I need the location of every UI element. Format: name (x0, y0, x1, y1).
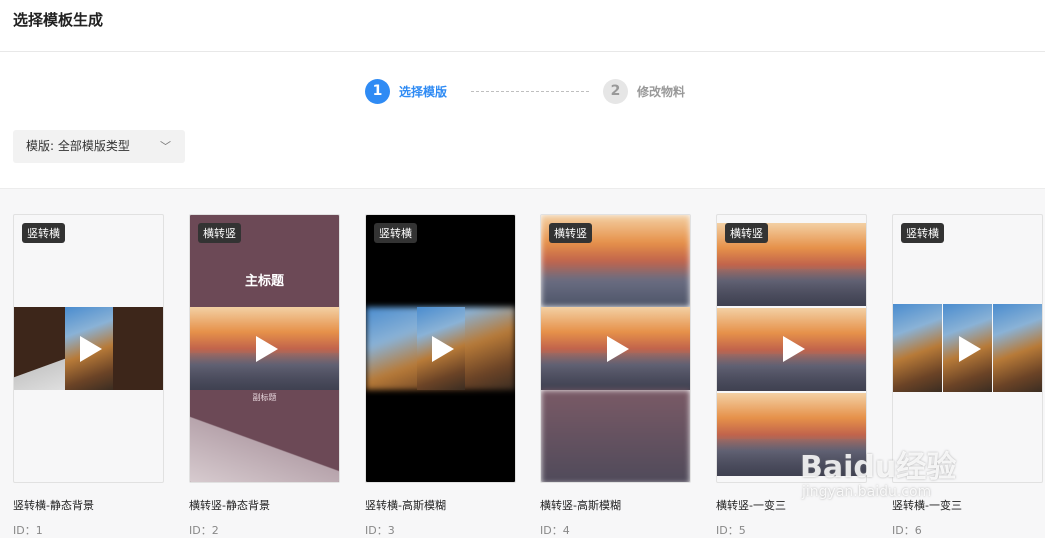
template-card-2[interactable]: 横转竖 主标题 副标题 横转竖-静态背景 ID：2 (189, 214, 340, 538)
template-thumbnail[interactable]: 横转竖 (716, 214, 867, 483)
template-card-3[interactable]: 竖转横 竖转横-高斯模糊 ID：3 (365, 214, 516, 538)
play-icon[interactable] (782, 335, 805, 362)
page-title: 选择模板生成 (13, 11, 104, 29)
play-icon[interactable] (431, 335, 454, 362)
template-type-select-value: 模版: 全部模版类型 (26, 139, 130, 153)
template-thumbnail[interactable]: 横转竖 主标题 副标题 (189, 214, 340, 483)
template-card-4[interactable]: 横转竖 横转竖-高斯模糊 ID：4 (540, 214, 691, 538)
thumb-main-title: 主标题 (244, 274, 284, 289)
step-2-number[interactable]: 2 (603, 79, 628, 104)
template-thumbnail[interactable]: 竖转横 (13, 214, 164, 483)
template-type-badge: 横转竖 (198, 223, 241, 243)
template-thumbnail[interactable]: 竖转横 (892, 214, 1043, 483)
step-connector (471, 91, 589, 92)
template-name: 横转竖-静态背景 (189, 499, 270, 512)
template-type-badge: 竖转横 (374, 223, 417, 243)
thumb-curve-shape (190, 415, 339, 482)
template-type-badge: 竖转横 (901, 223, 944, 243)
page-header: 选择模板生成 (0, 0, 1045, 52)
step-2-label[interactable]: 修改物料 (637, 83, 685, 100)
play-icon[interactable] (958, 335, 981, 362)
template-name: 横转竖-高斯模糊 (540, 499, 621, 512)
chevron-down-icon: ﹀ (160, 140, 171, 153)
template-id: ID：1 (13, 524, 43, 537)
template-name: 竖转横-一变三 (892, 499, 962, 512)
template-name: 横转竖-一变三 (716, 499, 786, 512)
template-type-badge: 横转竖 (549, 223, 592, 243)
template-id: ID：5 (716, 524, 746, 537)
template-gallery: 竖转横 竖转横-静态背景 ID：1 横转竖 主标题 副标题 横转竖-静态背景 I… (0, 188, 1045, 538)
template-type-badge: 竖转横 (22, 223, 65, 243)
template-id: ID：3 (365, 524, 395, 537)
step-1-label[interactable]: 选择模版 (399, 83, 447, 100)
play-icon[interactable] (255, 335, 278, 362)
template-id: ID：2 (189, 524, 219, 537)
template-type-badge: 横转竖 (725, 223, 768, 243)
thumb-curve-shape (14, 355, 69, 390)
play-icon[interactable] (606, 335, 629, 362)
thumb-subtitle: 副标题 (252, 393, 277, 402)
template-card-5[interactable]: 横转竖 横转竖-一变三 ID：5 (716, 214, 867, 538)
template-card-6[interactable]: 竖转横 竖转横-一变三 ID：6 (892, 214, 1043, 538)
template-thumbnail[interactable]: 竖转横 (365, 214, 516, 483)
step-1-number[interactable]: 1 (365, 79, 390, 104)
thumb-video-frame-left (893, 304, 942, 392)
template-name: 竖转横-静态背景 (13, 499, 94, 512)
template-card-1[interactable]: 竖转横 竖转横-静态背景 ID：1 (13, 214, 164, 538)
template-type-select[interactable]: 模版: 全部模版类型 ﹀ (13, 130, 185, 163)
stepper: 1 选择模版 2 修改物料 (0, 79, 1045, 105)
template-id: ID：6 (892, 524, 922, 537)
template-thumbnail[interactable]: 横转竖 (540, 214, 691, 483)
thumb-video-frame-right (993, 304, 1042, 392)
thumb-blurred-bottom (541, 390, 690, 482)
thumb-video-frame-bottom (717, 393, 866, 476)
template-id: ID：4 (540, 524, 570, 537)
play-icon[interactable] (79, 335, 102, 362)
template-name: 竖转横-高斯模糊 (365, 499, 446, 512)
